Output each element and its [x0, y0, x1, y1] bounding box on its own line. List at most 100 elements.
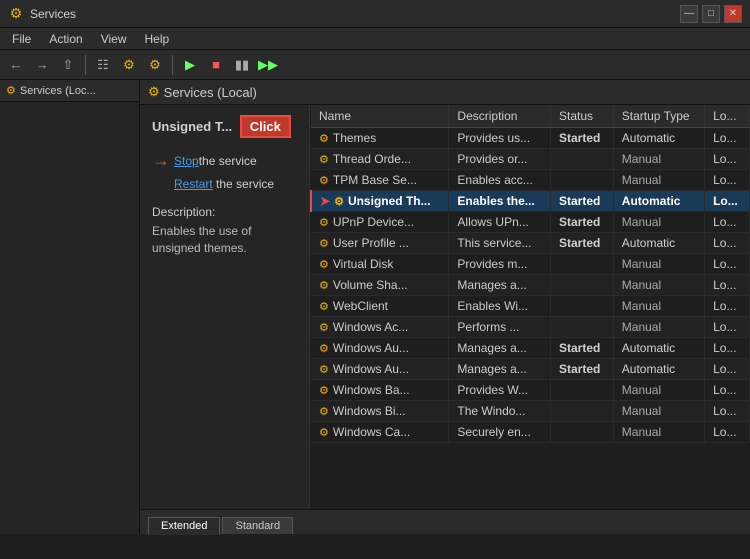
menu-file[interactable]: File [4, 28, 39, 50]
service-status-cell: Started [550, 128, 613, 149]
click-badge[interactable]: Click [240, 115, 291, 138]
forward-button[interactable]: → [30, 53, 54, 77]
tab-extended[interactable]: Extended [148, 517, 220, 535]
description-pane: Unsigned T... Click → Stop the service R… [140, 105, 310, 509]
table-row[interactable]: ⚙Windows Ca...Securely en...ManualLo... [311, 422, 750, 443]
app-icon: ⚙ [8, 6, 24, 22]
service-status-cell: Started [550, 212, 613, 233]
services-table: Name Description Status Startup Type Lo.… [310, 105, 750, 443]
back-button[interactable]: ← [4, 53, 28, 77]
services-button-2[interactable]: ⚙ [143, 53, 167, 77]
service-startup-cell: Automatic [613, 233, 704, 254]
close-button[interactable]: ✕ [724, 5, 742, 23]
service-startup-cell: Manual [613, 422, 704, 443]
table-row[interactable]: ➤⚙Unsigned Th...Enables the...StartedAut… [311, 191, 750, 212]
table-row[interactable]: ⚙Windows Bi...The Windo...ManualLo... [311, 401, 750, 422]
table-row[interactable]: ⚙TPM Base Se...Enables acc...ManualLo... [311, 170, 750, 191]
tab-standard[interactable]: Standard [222, 517, 293, 534]
service-icon: ⚙ [319, 133, 329, 145]
service-title: Unsigned T... Click [152, 115, 297, 138]
service-name-cell: ⚙User Profile ... [311, 233, 449, 254]
service-desc-cell: This service... [449, 233, 551, 254]
service-loc-cell: Lo... [705, 359, 750, 380]
description-section: Description: Enables the use of unsigned… [152, 205, 297, 257]
service-status-cell [550, 275, 613, 296]
minimize-button[interactable]: — [680, 5, 698, 23]
service-loc-cell: Lo... [705, 191, 750, 212]
table-row[interactable]: ⚙UPnP Device...Allows UPn...StartedManua… [311, 212, 750, 233]
left-panel-icon: ⚙ [6, 84, 16, 97]
stop-link[interactable]: Stop [174, 154, 199, 168]
table-row[interactable]: ⚙Volume Sha...Manages a...ManualLo... [311, 275, 750, 296]
service-startup-cell: Automatic [613, 128, 704, 149]
service-status-cell [550, 422, 613, 443]
service-loc-cell: Lo... [705, 317, 750, 338]
right-panel-title: Services (Local) [164, 85, 257, 100]
right-body: Unsigned T... Click → Stop the service R… [140, 105, 750, 509]
service-loc-cell: Lo... [705, 254, 750, 275]
service-startup-cell: Manual [613, 170, 704, 191]
restore-button[interactable]: □ [702, 5, 720, 23]
show-hide-button[interactable]: ☷ [91, 53, 115, 77]
table-row[interactable]: ⚙Windows Au...Manages a...StartedAutomat… [311, 359, 750, 380]
service-startup-cell: Manual [613, 296, 704, 317]
col-status: Status [550, 105, 613, 128]
service-startup-cell: Manual [613, 401, 704, 422]
pause-button[interactable]: ▮▮ [230, 53, 254, 77]
main-content: ⚙ Services (Loc... ⚙ Services (Local) Un… [0, 80, 750, 534]
table-row[interactable]: ⚙Windows Ba...Provides W...ManualLo... [311, 380, 750, 401]
menu-action[interactable]: Action [41, 28, 90, 50]
menu-bar: File Action View Help [0, 28, 750, 50]
service-desc-cell: Enables Wi... [449, 296, 551, 317]
stop-text: the service [199, 154, 257, 168]
service-startup-cell: Manual [613, 254, 704, 275]
play-button[interactable]: ▶ [178, 53, 202, 77]
right-panel-header: ⚙ Services (Local) [140, 80, 750, 105]
service-desc-cell: Provides m... [449, 254, 551, 275]
up-button[interactable]: ⇧ [56, 53, 80, 77]
service-startup-cell: Manual [613, 212, 704, 233]
service-desc-cell: Performs ... [449, 317, 551, 338]
service-name-cell: ⚙WebClient [311, 296, 449, 317]
table-row[interactable]: ⚙User Profile ...This service...StartedA… [311, 233, 750, 254]
menu-view[interactable]: View [93, 28, 135, 50]
service-icon: ⚙ [319, 427, 329, 439]
service-icon: ⚙ [319, 175, 329, 187]
service-status-cell: Started [550, 338, 613, 359]
table-row[interactable]: ⚙WebClientEnables Wi...ManualLo... [311, 296, 750, 317]
table-row[interactable]: ⚙ThemesProvides us...StartedAutomaticLo.… [311, 128, 750, 149]
resume-button[interactable]: ▶▶ [256, 53, 280, 77]
service-status-cell [550, 317, 613, 338]
service-startup-cell: Manual [613, 149, 704, 170]
services-button-1[interactable]: ⚙ [117, 53, 141, 77]
service-status-cell [550, 254, 613, 275]
table-row[interactable]: ⚙Thread Orde...Provides or...ManualLo... [311, 149, 750, 170]
service-loc-cell: Lo... [705, 401, 750, 422]
service-name-cell: ⚙Windows Au... [311, 359, 449, 380]
stop-button[interactable]: ■ [204, 53, 228, 77]
service-status-cell [550, 380, 613, 401]
service-status-cell [550, 401, 613, 422]
service-name-cell: ⚙Windows Au... [311, 338, 449, 359]
service-desc-cell: Securely en... [449, 422, 551, 443]
service-icon: ⚙ [319, 259, 329, 271]
service-name-cell: ⚙Themes [311, 128, 449, 149]
menu-help[interactable]: Help [137, 28, 178, 50]
tab-bar: Extended Standard [140, 509, 750, 534]
service-loc-cell: Lo... [705, 338, 750, 359]
service-desc-cell: Allows UPn... [449, 212, 551, 233]
description-header: Description: [152, 205, 297, 219]
service-status-cell [550, 149, 613, 170]
service-loc-cell: Lo... [705, 149, 750, 170]
service-desc-cell: Enables acc... [449, 170, 551, 191]
table-row[interactable]: ⚙Virtual DiskProvides m...ManualLo... [311, 254, 750, 275]
service-name-cell: ⚙Thread Orde... [311, 149, 449, 170]
left-panel-title: Services (Loc... [20, 85, 96, 97]
restart-link[interactable]: Restart [174, 177, 213, 191]
service-loc-cell: Lo... [705, 233, 750, 254]
table-row[interactable]: ⚙Windows Au...Manages a...StartedAutomat… [311, 338, 750, 359]
right-panel-icon: ⚙ [148, 84, 160, 100]
service-icon: ⚙ [319, 217, 329, 229]
table-row[interactable]: ⚙Windows Ac...Performs ...ManualLo... [311, 317, 750, 338]
service-icon: ⚙ [319, 322, 329, 334]
